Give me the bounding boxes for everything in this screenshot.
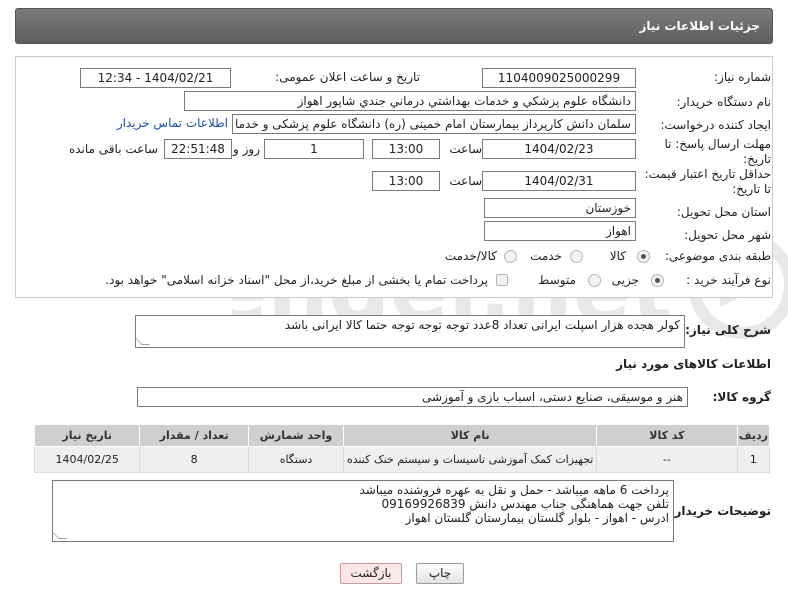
buyer-notes-textarea[interactable]: پرداخت 6 ماهه میباشد - حمل و نقل به عهره… (51, 480, 674, 542)
buyer-org-label: نام دستگاه خریدار: (676, 95, 772, 109)
announce-label: تاریخ و ساعت اعلان عمومی: (275, 70, 420, 84)
remaining-time-field[interactable]: 22:51:48 (164, 139, 232, 159)
col-header-row: ردیف (736, 424, 771, 447)
requester-label: ایجاد کننده درخواست: (660, 118, 771, 132)
category-radio-goods-service[interactable] (504, 250, 517, 263)
cell-quantity: 8 (139, 446, 249, 473)
category-radio-goods[interactable] (637, 250, 650, 263)
back-button[interactable]: بازگشت (340, 563, 402, 584)
purchase-type-label: نوع فرآیند خرید : (686, 273, 771, 287)
cell-name: تجهیزات کمک آموزشی تاسیسات و سیستم خنک ک… (343, 446, 598, 473)
buyer-notes-line: ادرس - اهواز - بلوار گلستان بیمارستان گل… (405, 511, 669, 525)
treasury-checkbox[interactable] (496, 274, 508, 286)
deadline-time-field[interactable]: 13:00 (372, 139, 440, 159)
purchase-type-option-medium: متوسط (538, 273, 576, 287)
col-header-date: تاریخ نیاز (33, 424, 141, 447)
summary-text: کولر هجده هزار اسپلت ایرانی تعداد 8عدد ت… (284, 318, 680, 332)
col-header-quantity: تعداد / مقدار (139, 424, 249, 447)
col-header-name: نام کالا (343, 424, 598, 447)
table-row[interactable]: 1 -- تجهیزات کمک آموزشی تاسیسات و سیستم … (33, 446, 771, 473)
resize-handle-icon[interactable] (134, 337, 150, 345)
need-number-label: شماره نیاز: (714, 70, 771, 84)
goods-table: ردیف کد کالا نام کالا واحد شمارش تعداد /… (33, 424, 771, 473)
category-option-goods-service: کالا/خدمت (444, 249, 497, 263)
deadline-days-field[interactable]: 1 (264, 139, 364, 159)
purchase-type-option-minor: جزیی (611, 273, 639, 287)
summary-label: شرح کلی نیاز: (685, 323, 771, 337)
cell-unit: دستگاه (247, 446, 345, 473)
col-header-code: کد کالا (596, 424, 738, 447)
announce-datetime-field[interactable]: 1404/02/21 - 12:34 (80, 68, 231, 88)
remaining-label: ساعت باقی مانده (68, 142, 158, 156)
buyer-notes-line: پرداخت 6 ماهه میباشد - حمل و نقل به عهره… (359, 483, 670, 497)
category-radio-service[interactable] (570, 250, 583, 263)
buyer-notes-label: توضیحات خریدار: (669, 504, 771, 518)
province-field[interactable]: خوزستان (484, 198, 636, 218)
buyer-org-field[interactable]: دانشگاه علوم پزشكي و خدمات بهداشتي درمان… (184, 91, 636, 111)
resize-handle-icon[interactable] (51, 531, 67, 539)
purchase-type-radio-minor[interactable] (651, 274, 664, 287)
buyer-contact-link[interactable]: اطلاعات تماس خریدار (117, 116, 228, 130)
buyer-notes-line: تلفن جهت هماهنگی جناب مهندس دانش 0916992… (381, 497, 669, 511)
need-number-field[interactable]: 1104009025000299 (482, 68, 636, 88)
price-validity-label-line1: حداقل تاریخ اعتبار قیمت: (644, 167, 771, 181)
deadline-time-label: ساعت (449, 142, 482, 156)
province-label: استان محل تحویل: (676, 205, 771, 219)
category-option-service: خدمت (530, 249, 562, 263)
cell-date: 1404/02/25 (33, 446, 141, 473)
price-validity-time-field[interactable]: 13:00 (372, 171, 440, 191)
category-option-goods: کالا (609, 249, 626, 263)
deadline-label-line1: مهلت ارسال پاسخ: تا (664, 137, 771, 151)
price-validity-time-label: ساعت (449, 174, 482, 188)
page-header: جزئیات اطلاعات نیاز (15, 8, 773, 44)
print-button[interactable]: چاپ (416, 563, 464, 584)
deadline-date-field[interactable]: 1404/02/23 (482, 139, 636, 159)
col-header-unit: واحد شمارش (247, 424, 345, 447)
category-label: طبقه بندی موضوعی: (664, 249, 771, 263)
goods-section-title: اطلاعات کالاهای مورد نیاز (616, 357, 771, 371)
goods-group-field[interactable]: هنر و موسیقی، صنایع دستی، اسباب بازی و آ… (137, 387, 688, 407)
deadline-label-line2: تاریخ: (743, 152, 771, 166)
price-validity-label-line2: تا تاریخ: (732, 182, 771, 196)
city-field[interactable]: اهواز (484, 221, 636, 241)
goods-group-label: گروه کالا: (712, 390, 771, 404)
city-label: شهر محل تحویل: (684, 228, 771, 242)
cell-row-number: 1 (736, 446, 771, 473)
cell-code: -- (596, 446, 738, 473)
price-validity-date-field[interactable]: 1404/02/31 (482, 171, 636, 191)
days-label: روز و (233, 142, 260, 156)
treasury-note: پرداخت تمام یا بخشی از مبلغ خرید،از محل … (105, 273, 488, 287)
summary-textarea[interactable]: کولر هجده هزار اسپلت ایرانی تعداد 8عدد ت… (134, 315, 685, 348)
purchase-type-radio-medium[interactable] (588, 274, 601, 287)
goods-table-header: ردیف کد کالا نام کالا واحد شمارش تعداد /… (33, 424, 771, 447)
requester-field[interactable]: سلمان دانش کارپرداز بیمارستان امام خمینی… (232, 114, 636, 134)
page-title: جزئیات اطلاعات نیاز (639, 19, 760, 33)
